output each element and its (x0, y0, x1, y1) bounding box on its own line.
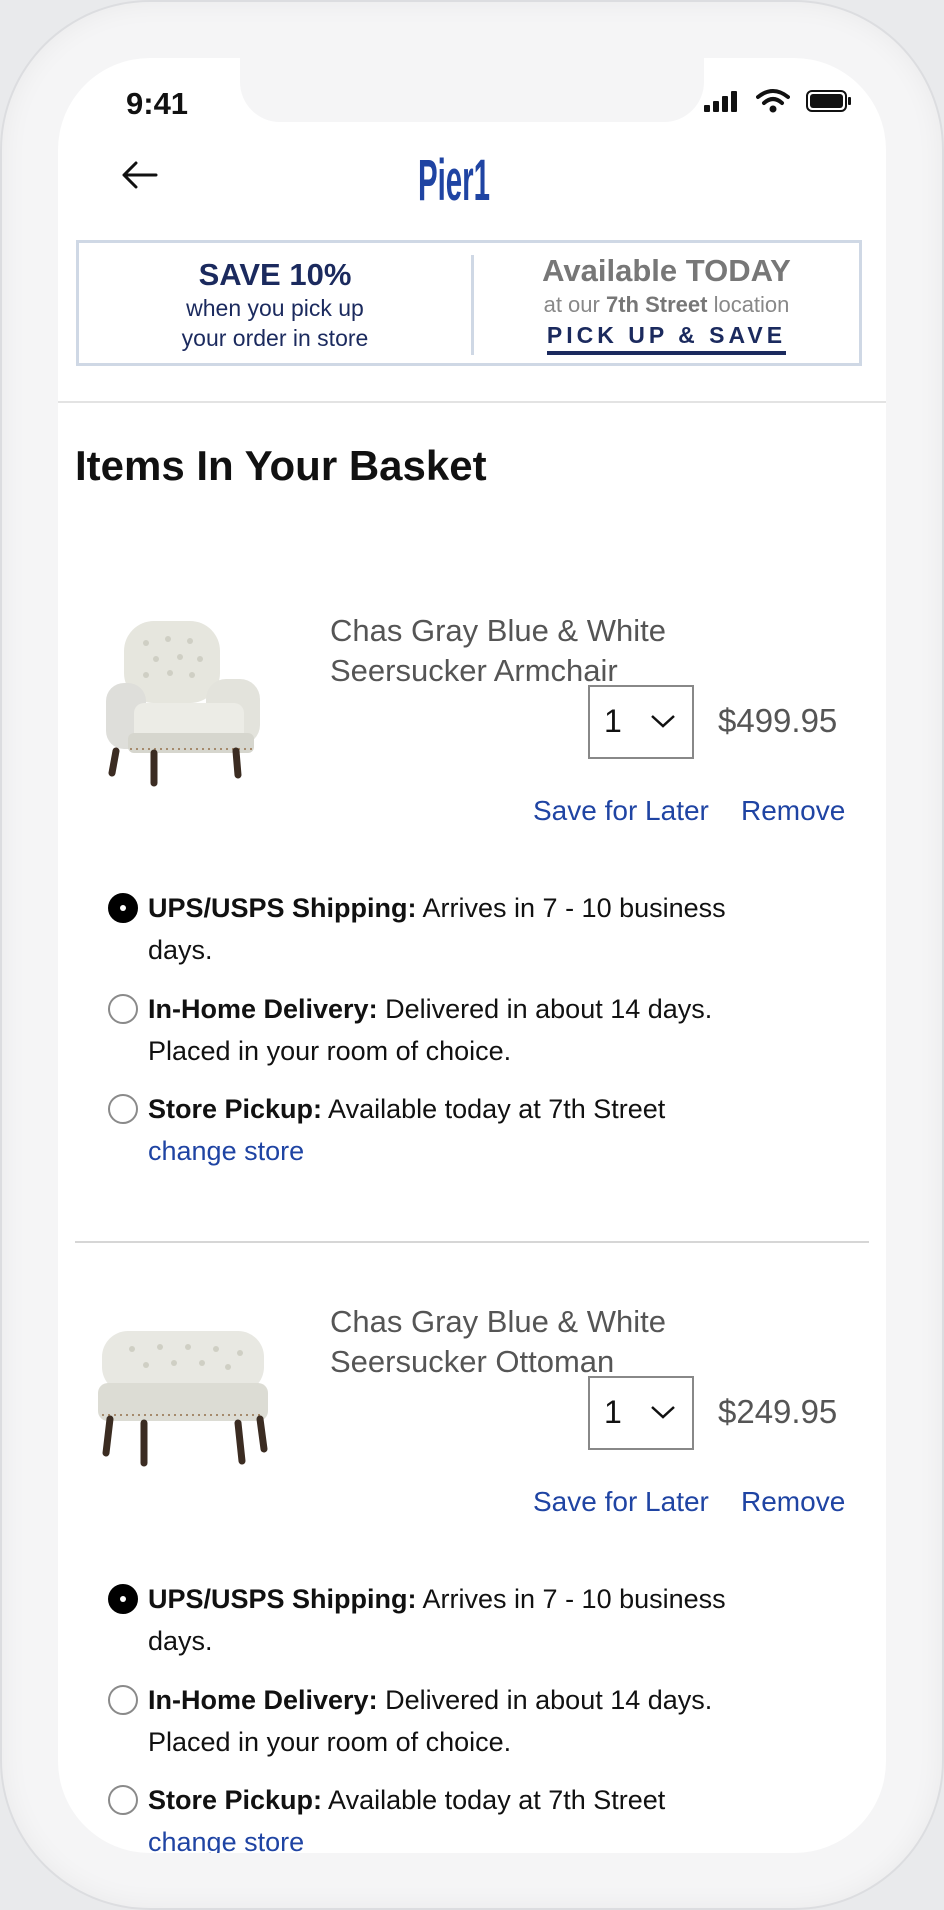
armchair-image (106, 621, 260, 787)
signal-icon (704, 90, 742, 112)
shipping-option-in-home[interactable]: In-Home Delivery: Delivered in about 14 … (108, 1679, 828, 1763)
item-name[interactable]: Chas Gray Blue & White Seersucker Ottoma… (330, 1302, 750, 1382)
save-promo: SAVE 10% when you pick up your order in … (79, 243, 471, 363)
status-time: 9:41 (126, 86, 189, 121)
back-arrow-icon[interactable] (120, 160, 158, 190)
phone-frame: 9:41 Pier1 SAVE 10% when you pick up you… (0, 0, 944, 1910)
app-screen: 9:41 Pier1 SAVE 10% when you pick up you… (58, 58, 886, 1853)
shipping-option-in-home[interactable]: In-Home Delivery: Delivered in about 14 … (108, 988, 828, 1072)
remove-link[interactable]: Remove (741, 1486, 845, 1518)
change-store-link[interactable]: change store (148, 1827, 304, 1853)
svg-text:Pier1: Pier1 (418, 148, 490, 208)
chevron-down-icon (651, 715, 675, 728)
battery-icon (806, 90, 851, 112)
item-divider (75, 1241, 869, 1243)
shipping-option-store-pickup[interactable]: Store Pickup: Available today at 7th Str… (108, 1779, 828, 1853)
radio-unselected[interactable] (108, 1094, 138, 1124)
pickup-and-save-link[interactable]: PICK UP & SAVE (546, 322, 787, 355)
quantity-select[interactable]: 1 (588, 1376, 694, 1450)
item-price: $499.95 (718, 702, 838, 739)
radio-selected[interactable] (108, 893, 138, 923)
store-name: 7th Street (605, 292, 708, 317)
pickup-promo-banner: SAVE 10% when you pick up your order in … (76, 240, 862, 366)
save-for-later-link[interactable]: Save for Later (533, 1486, 709, 1518)
header-divider (58, 401, 886, 403)
pier1-logo[interactable]: Pier1 (418, 148, 528, 208)
quantity-value: 1 (604, 1394, 622, 1430)
ottoman-image (98, 1331, 268, 1467)
shipping-option-store-pickup[interactable]: Store Pickup: Available today at 7th Str… (108, 1088, 828, 1172)
save-percent-title: SAVE 10% (198, 257, 352, 292)
status-icons (692, 88, 852, 114)
radio-unselected[interactable] (108, 994, 138, 1024)
radio-selected[interactable] (108, 1584, 138, 1614)
radio-unselected[interactable] (108, 1785, 138, 1815)
save-promo-line1: when you pick up (186, 295, 364, 321)
quantity-select[interactable]: 1 (588, 685, 694, 759)
available-location: at our 7th Street location (543, 292, 790, 317)
wifi-icon (756, 89, 790, 113)
availability-promo: Available TODAY at our 7th Street locati… (474, 243, 859, 363)
item-price: $249.95 (718, 1393, 838, 1430)
chevron-down-icon (651, 1406, 675, 1419)
quantity-value: 1 (604, 703, 622, 739)
change-store-link[interactable]: change store (148, 1136, 304, 1166)
save-for-later-link[interactable]: Save for Later (533, 795, 709, 827)
basket-title: Items In Your Basket (75, 442, 487, 489)
device-notch (240, 58, 704, 122)
radio-unselected[interactable] (108, 1685, 138, 1715)
save-promo-line2: your order in store (181, 325, 369, 351)
available-today-title: Available TODAY (542, 253, 791, 288)
item-name[interactable]: Chas Gray Blue & White Seersucker Armcha… (330, 611, 750, 691)
shipping-option-ups[interactable]: UPS/USPS Shipping: Arrives in 7 - 10 bus… (108, 887, 828, 971)
shipping-option-ups[interactable]: UPS/USPS Shipping: Arrives in 7 - 10 bus… (108, 1578, 828, 1662)
remove-link[interactable]: Remove (741, 795, 845, 827)
